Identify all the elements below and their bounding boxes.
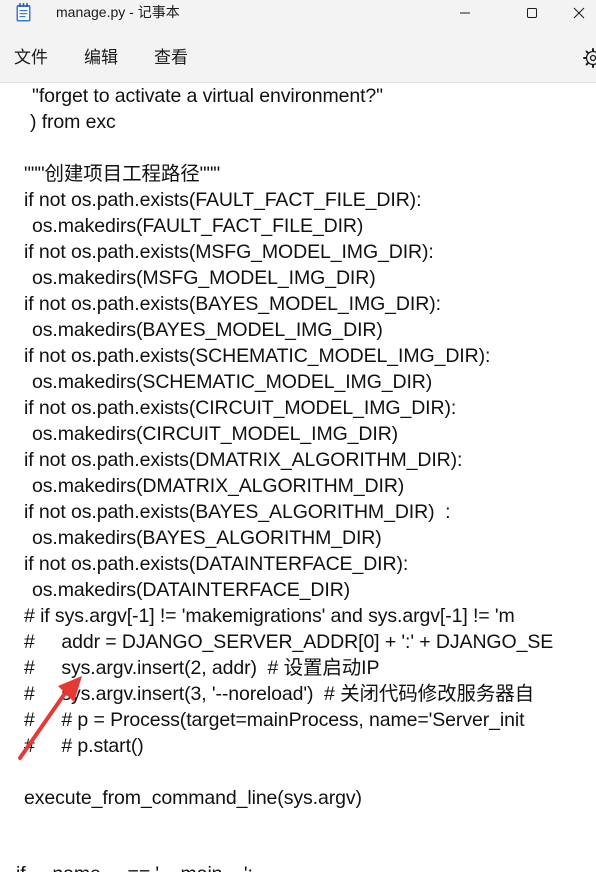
- window-title: manage.py - 记事本: [56, 4, 180, 20]
- code-line: os.makedirs(FAULT_FACT_FILE_DIR): [32, 215, 364, 237]
- code-line: "forget to activate a virtual environmen…: [32, 85, 383, 107]
- close-icon: [573, 7, 585, 19]
- code-line: if not os.path.exists(BAYES_MODEL_IMG_DI…: [24, 293, 441, 315]
- code-line: # if sys.argv[-1] != 'makemigrations' an…: [24, 605, 515, 627]
- code-line: os.makedirs(BAYES_MODEL_IMG_DIR): [32, 319, 383, 341]
- minimize-button[interactable]: [442, 0, 488, 26]
- menu-edit[interactable]: 编辑: [84, 47, 118, 69]
- text-editor[interactable]: "forget to activate a virtual environmen…: [0, 83, 596, 872]
- code-line: if not os.path.exists(DATAINTERFACE_DIR)…: [24, 553, 409, 575]
- code-line: execute_from_command_line(sys.argv): [24, 787, 362, 809]
- menu-bar: 文件 编辑 查看: [0, 26, 596, 83]
- code-line: if not os.path.exists(CIRCUIT_MODEL_IMG_…: [24, 397, 457, 419]
- notepad-icon: [16, 3, 31, 22]
- code-line: os.makedirs(DMATRIX_ALGORITHM_DIR): [32, 475, 405, 497]
- code-line: os.makedirs(DATAINTERFACE_DIR): [32, 579, 351, 601]
- menu-view[interactable]: 查看: [154, 47, 188, 69]
- code-line: os.makedirs(BAYES_ALGORITHM_DIR): [32, 527, 382, 549]
- title-bar: manage.py - 记事本: [0, 0, 596, 26]
- code-line: ) from exc: [30, 111, 116, 133]
- code-line: os.makedirs(CIRCUIT_MODEL_IMG_DIR): [32, 423, 399, 445]
- code-line: if not os.path.exists(SCHEMATIC_MODEL_IM…: [24, 345, 491, 367]
- code-line: if not os.path.exists(DMATRIX_ALGORITHM_…: [24, 449, 463, 471]
- minimize-icon: [460, 12, 470, 14]
- code-line: os.makedirs(SCHEMATIC_MODEL_IMG_DIR): [32, 371, 433, 393]
- code-line: # addr = DJANGO_SERVER_ADDR[0] + ':' + D…: [24, 631, 554, 653]
- code-line: if not os.path.exists(FAULT_FACT_FILE_DI…: [24, 189, 422, 211]
- code-line: # sys.argv.insert(3, '--noreload') # 关闭代…: [24, 683, 535, 705]
- maximize-button[interactable]: [509, 0, 555, 26]
- code-line: # # p.start(): [24, 735, 144, 757]
- close-button[interactable]: [556, 0, 596, 26]
- code-line: # sys.argv.insert(2, addr) # 设置启动IP: [24, 657, 380, 679]
- code-line: """创建项目工程路径""": [24, 163, 221, 185]
- code-line: if not os.path.exists(MSFG_MODEL_IMG_DIR…: [24, 241, 434, 263]
- code-line: if __name__ == '__main__':: [16, 861, 253, 872]
- gear-icon[interactable]: [582, 47, 596, 69]
- code-line: os.makedirs(MSFG_MODEL_IMG_DIR): [32, 267, 376, 289]
- menu-file[interactable]: 文件: [14, 47, 48, 69]
- code-line: # # p = Process(target=mainProcess, name…: [24, 709, 525, 731]
- maximize-icon: [527, 8, 537, 18]
- code-line: if not os.path.exists(BAYES_ALGORITHM_DI…: [24, 501, 451, 523]
